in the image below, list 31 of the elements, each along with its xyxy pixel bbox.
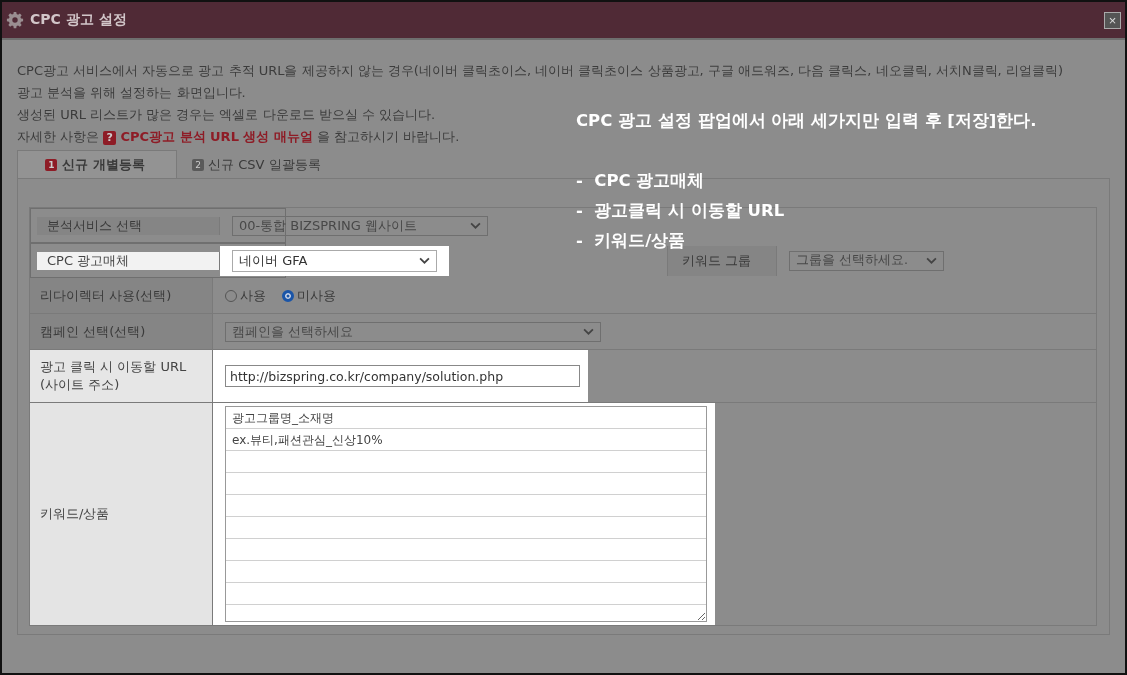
radio-option[interactable]: 미사용	[282, 286, 336, 305]
gear-icon	[6, 11, 24, 29]
field-label: 리다이렉터 사용(선택)	[30, 278, 213, 313]
chevron-down-icon	[583, 328, 594, 335]
annotation-item: - 광고클릭 시 이동할 URL	[576, 200, 785, 222]
annotation-title: CPC 광고 설정 팝업에서 아래 세가지만 입력 후 [저장]한다.	[576, 110, 1037, 132]
field-label: 캠페인 선택(선택)	[30, 314, 213, 349]
keyword-textarea[interactable]: 광고그룹명_소재명 ex.뷰티,패션관심_신상10%	[225, 406, 707, 622]
tab[interactable]: 1 신규 개별등록	[17, 150, 177, 178]
intro-text: 광고 분석을 위해 설정하는 화면입니다.	[17, 84, 246, 102]
annotation-item: - CPC 광고매체	[576, 170, 705, 192]
field-label: 분석서비스 선택	[37, 216, 220, 235]
intro-text: CPC광고 서비스에서 자동으로 광고 추적 URL을 제공하지 않는 경우(네이버 클릭초이스, 네이버 클릭초이스 상품광고, 구글 애드워즈, 다음 클릭스, 네오클릭, 서치N클릭, 리얼클릭)	[17, 62, 1063, 80]
dropdown[interactable]: 캠페인을 선택하세요	[225, 321, 601, 342]
field-label: 광고 클릭 시 이동할 URL (사이트 주소)	[30, 350, 213, 402]
manual-link[interactable]: CPC광고 분석 URL 생성 매뉴얼	[120, 129, 313, 144]
chevron-down-icon	[926, 257, 937, 264]
dropdown[interactable]: 네이버 GFA	[232, 249, 437, 272]
intro-text: 생성된 URL 리스트가 많은 경우는 엑셀로 다운로드 받으실 수 있습니다.	[17, 106, 436, 124]
chevron-down-icon	[470, 222, 481, 229]
help-text: 자세한 사항은 ? CPC광고 분석 URL 생성 매뉴얼 을 참고하시기 바랍니다.	[17, 128, 460, 147]
field-label: 키워드/상품	[30, 403, 213, 625]
tab[interactable]: 2 신규 CSV 일괄등록	[181, 150, 336, 178]
url-input[interactable]: http://bizspring.co.kr/company/solution.php	[225, 365, 580, 387]
radio-option[interactable]: 사용	[225, 286, 266, 305]
dropdown[interactable]: 그룹을 선택하세요.	[789, 250, 944, 271]
field-label: CPC 광고매체	[37, 251, 220, 270]
dropdown[interactable]: 00-통합 BIZSPRING 웹사이트	[232, 215, 488, 236]
close-button[interactable]: ×	[1104, 11, 1121, 29]
window-title: CPC 광고 설정	[30, 11, 127, 29]
chevron-down-icon	[419, 257, 430, 264]
